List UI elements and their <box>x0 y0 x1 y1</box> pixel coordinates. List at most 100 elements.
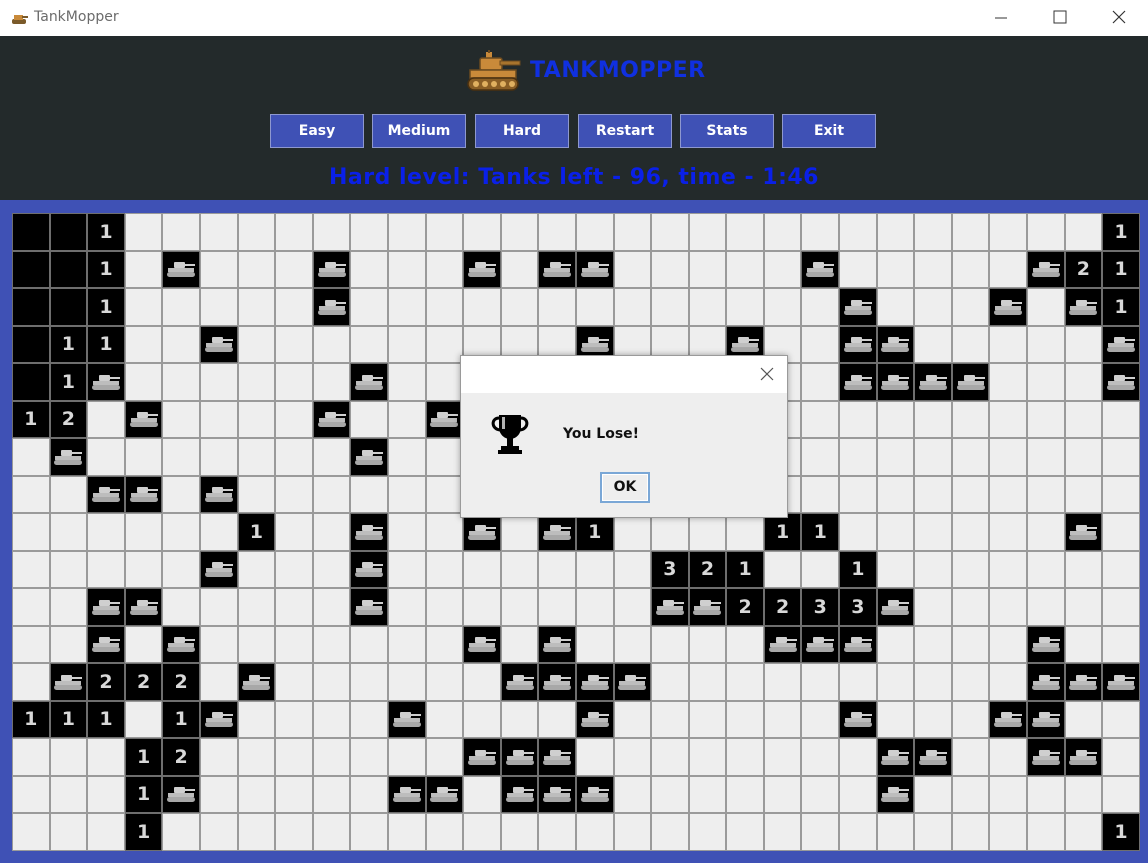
cell-hidden[interactable] <box>237 775 276 813</box>
cell-hidden[interactable] <box>575 550 614 588</box>
cell-hidden[interactable] <box>425 213 464 251</box>
cell-hidden[interactable] <box>1027 363 1065 401</box>
cell-hidden[interactable] <box>199 625 238 663</box>
cell-hidden[interactable] <box>575 288 614 326</box>
cell-hidden[interactable] <box>989 813 1028 851</box>
cell-hidden[interactable] <box>425 513 464 551</box>
cell-hidden[interactable] <box>613 813 652 851</box>
cell-tank[interactable] <box>613 663 652 701</box>
cell-empty[interactable] <box>12 213 50 251</box>
cell-hidden[interactable] <box>500 213 539 251</box>
cell-empty[interactable] <box>49 250 88 288</box>
cell-tank[interactable] <box>876 325 915 363</box>
cell-hidden[interactable] <box>312 663 351 701</box>
cell-number[interactable]: 2 <box>162 738 200 776</box>
cell-hidden[interactable] <box>312 625 351 663</box>
cell-empty[interactable] <box>49 213 88 251</box>
cell-hidden[interactable] <box>538 700 576 738</box>
cell-hidden[interactable] <box>914 513 952 551</box>
cell-hidden[interactable] <box>12 775 50 813</box>
cell-tank[interactable] <box>87 625 125 663</box>
cell-hidden[interactable] <box>12 588 50 626</box>
cell-hidden[interactable] <box>199 513 238 551</box>
cell-hidden[interactable] <box>763 663 802 701</box>
cell-tank[interactable] <box>839 325 877 363</box>
cell-hidden[interactable] <box>763 550 802 588</box>
cell-hidden[interactable] <box>989 625 1028 663</box>
minimize-button[interactable] <box>972 0 1030 35</box>
cell-hidden[interactable] <box>275 738 313 776</box>
cell-tank[interactable] <box>1027 625 1065 663</box>
cell-hidden[interactable] <box>613 775 652 813</box>
cell-hidden[interactable] <box>162 400 200 438</box>
cell-tank[interactable] <box>1027 738 1065 776</box>
cell-hidden[interactable] <box>989 363 1028 401</box>
cell-hidden[interactable] <box>914 700 952 738</box>
cell-number[interactable]: 1 <box>801 513 840 551</box>
cell-number[interactable]: 1 <box>87 325 125 363</box>
cell-empty[interactable] <box>49 288 88 326</box>
cell-hidden[interactable] <box>726 213 764 251</box>
cell-number[interactable]: 2 <box>726 588 764 626</box>
cell-hidden[interactable] <box>651 775 689 813</box>
cell-hidden[interactable] <box>1102 700 1140 738</box>
cell-hidden[interactable] <box>49 738 88 776</box>
cell-hidden[interactable] <box>688 700 727 738</box>
cell-hidden[interactable] <box>387 738 426 776</box>
cell-hidden[interactable] <box>312 588 351 626</box>
cell-hidden[interactable] <box>162 438 200 476</box>
cell-hidden[interactable] <box>538 288 576 326</box>
cell-hidden[interactable] <box>237 438 276 476</box>
cell-hidden[interactable] <box>463 288 501 326</box>
cell-hidden[interactable] <box>1102 513 1140 551</box>
cell-hidden[interactable] <box>989 550 1028 588</box>
cell-hidden[interactable] <box>876 288 915 326</box>
cell-hidden[interactable] <box>463 700 501 738</box>
cell-hidden[interactable] <box>199 663 238 701</box>
cell-hidden[interactable] <box>914 663 952 701</box>
cell-tank[interactable] <box>989 700 1028 738</box>
cell-hidden[interactable] <box>275 588 313 626</box>
cell-hidden[interactable] <box>951 288 990 326</box>
cell-hidden[interactable] <box>651 213 689 251</box>
cell-tank[interactable] <box>1102 363 1140 401</box>
cell-number[interactable]: 1 <box>1102 288 1140 326</box>
cell-hidden[interactable] <box>49 775 88 813</box>
cell-tank[interactable] <box>914 363 952 401</box>
cell-hidden[interactable] <box>989 213 1028 251</box>
cell-hidden[interactable] <box>1027 775 1065 813</box>
cell-hidden[interactable] <box>312 550 351 588</box>
cell-hidden[interactable] <box>951 400 990 438</box>
cell-hidden[interactable] <box>312 438 351 476</box>
cell-hidden[interactable] <box>162 363 200 401</box>
cell-hidden[interactable] <box>124 625 163 663</box>
cell-hidden[interactable] <box>387 325 426 363</box>
cell-tank[interactable] <box>312 288 351 326</box>
cell-hidden[interactable] <box>237 738 276 776</box>
cell-hidden[interactable] <box>237 475 276 513</box>
cell-hidden[interactable] <box>275 250 313 288</box>
cell-number[interactable]: 1 <box>87 213 125 251</box>
cell-hidden[interactable] <box>87 738 125 776</box>
cell-tank[interactable] <box>538 775 576 813</box>
cell-hidden[interactable] <box>1064 363 1103 401</box>
cell-hidden[interactable] <box>425 288 464 326</box>
cell-hidden[interactable] <box>350 400 388 438</box>
cell-hidden[interactable] <box>237 363 276 401</box>
cell-hidden[interactable] <box>763 738 802 776</box>
cell-tank[interactable] <box>162 775 200 813</box>
cell-hidden[interactable] <box>463 813 501 851</box>
cell-tank[interactable] <box>575 700 614 738</box>
cell-number[interactable]: 1 <box>87 288 125 326</box>
cell-tank[interactable] <box>651 588 689 626</box>
cell-tank[interactable] <box>538 738 576 776</box>
cell-tank[interactable] <box>350 550 388 588</box>
cell-tank[interactable] <box>951 363 990 401</box>
cell-number[interactable]: 1 <box>87 250 125 288</box>
cell-hidden[interactable] <box>876 213 915 251</box>
cell-hidden[interactable] <box>1027 588 1065 626</box>
cell-hidden[interactable] <box>124 363 163 401</box>
cell-hidden[interactable] <box>275 513 313 551</box>
cell-tank[interactable] <box>1027 700 1065 738</box>
cell-hidden[interactable] <box>839 475 877 513</box>
